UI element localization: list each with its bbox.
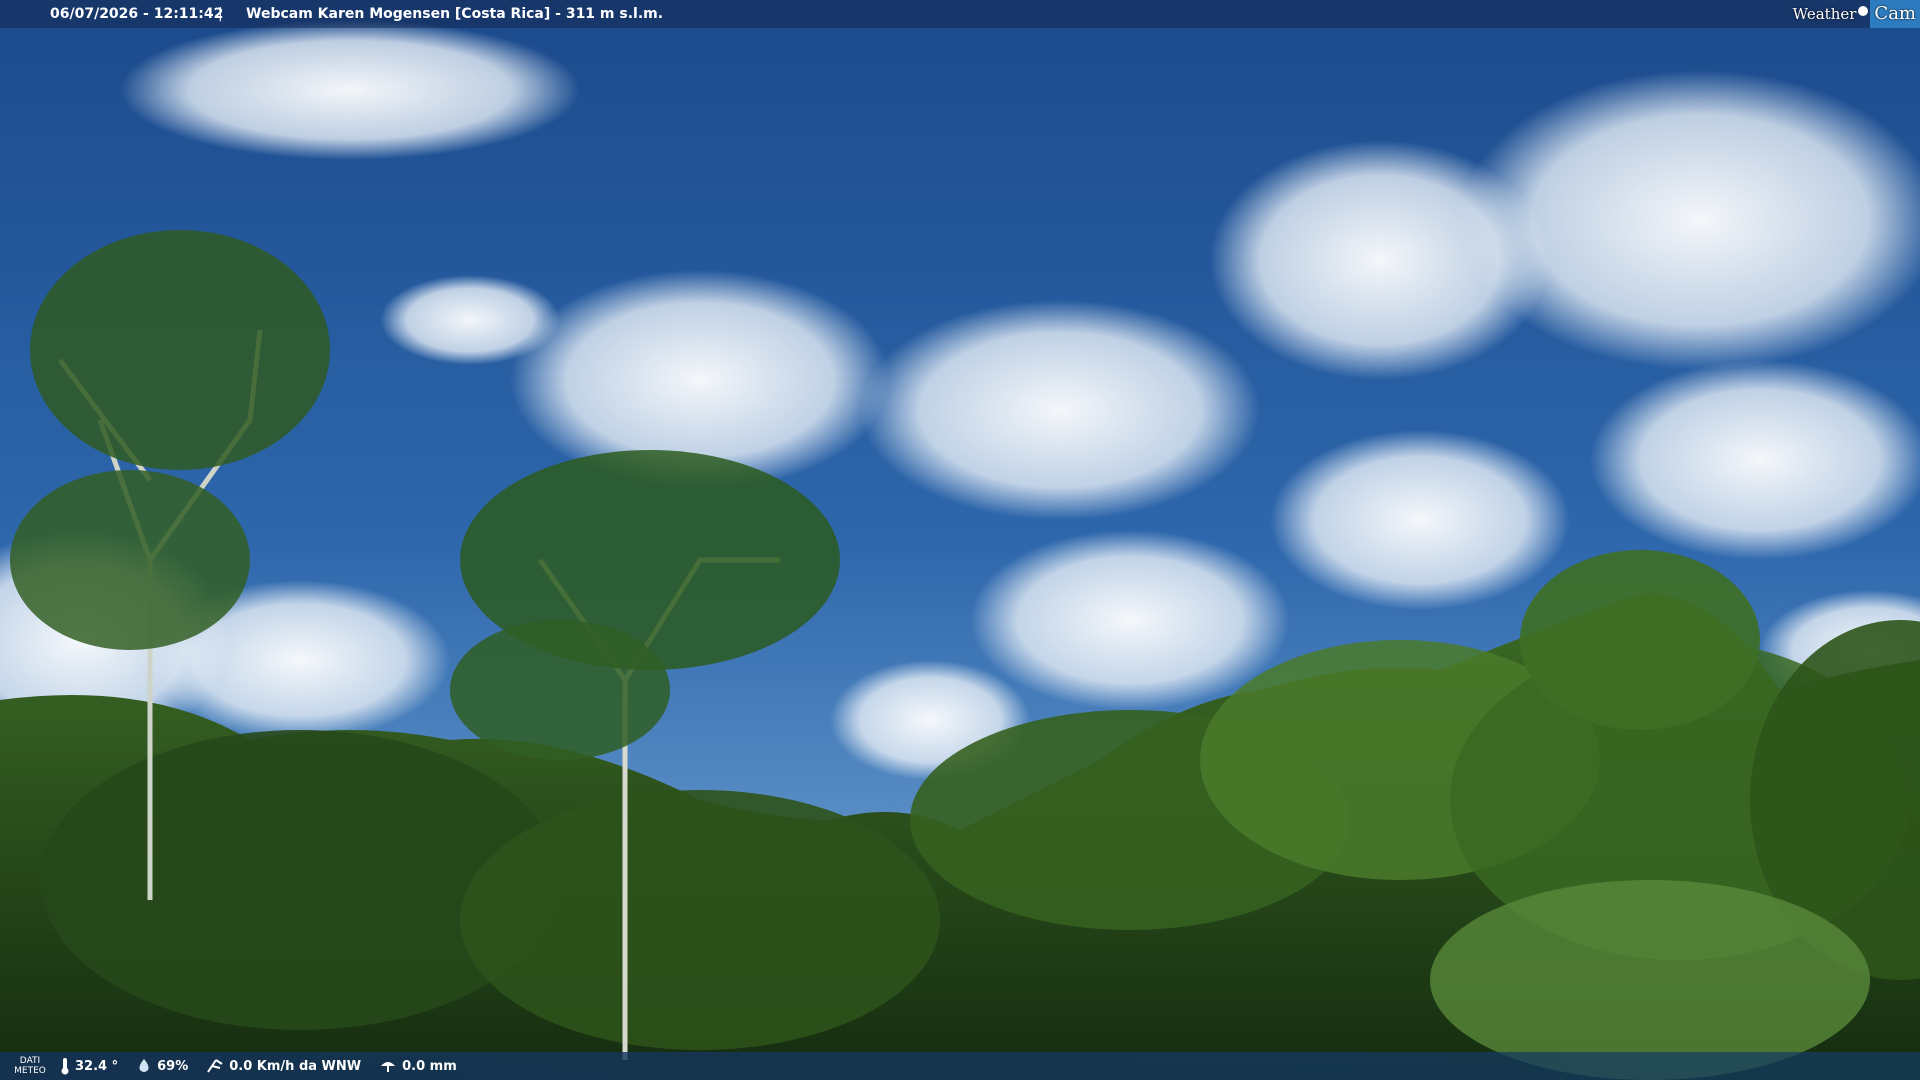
webcam-title: Webcam Karen Mogensen [Costa Rica] - 311… xyxy=(246,6,664,22)
thermometer-icon xyxy=(61,1058,69,1075)
temperature-value: 32.4 ° xyxy=(75,1058,119,1074)
logo-weather-text: Weather xyxy=(1792,5,1857,23)
wind-icon xyxy=(207,1059,223,1073)
humidity-reading: 69% xyxy=(136,1058,188,1074)
weather-data-bar: DATI METEO 32.4 ° 69% 0.0 Km/h da WNW 0.… xyxy=(0,1052,1920,1080)
temperature-reading: 32.4 ° xyxy=(60,1057,118,1075)
top-info-bar: 06/07/2026 - 12:11:42 | Webcam Karen Mog… xyxy=(0,0,1920,28)
separator: | xyxy=(218,6,223,22)
wind-reading: 0.0 Km/h da WNW xyxy=(206,1058,361,1074)
logo-sun-icon xyxy=(1858,6,1869,16)
wind-value: 0.0 Km/h da WNW xyxy=(229,1058,362,1074)
tree-right xyxy=(1520,550,1760,730)
humidity-value: 69% xyxy=(157,1058,189,1074)
rain-reading: 0.0 mm xyxy=(379,1058,457,1074)
rain-value: 0.0 mm xyxy=(402,1058,457,1074)
logo-cam-text: Cam xyxy=(1870,0,1920,28)
rain-icon xyxy=(381,1062,396,1072)
meteo-label-line2: METEO xyxy=(14,1066,46,1076)
meteo-label: DATI METEO xyxy=(0,1056,60,1076)
webcam-image xyxy=(0,0,1920,1080)
meteo-label-line1: DATI xyxy=(19,1056,41,1066)
timestamp: 06/07/2026 - 12:11:42 xyxy=(50,6,224,22)
humidity-icon xyxy=(139,1059,149,1072)
weathercam-logo: Weather Cam xyxy=(1792,0,1920,28)
